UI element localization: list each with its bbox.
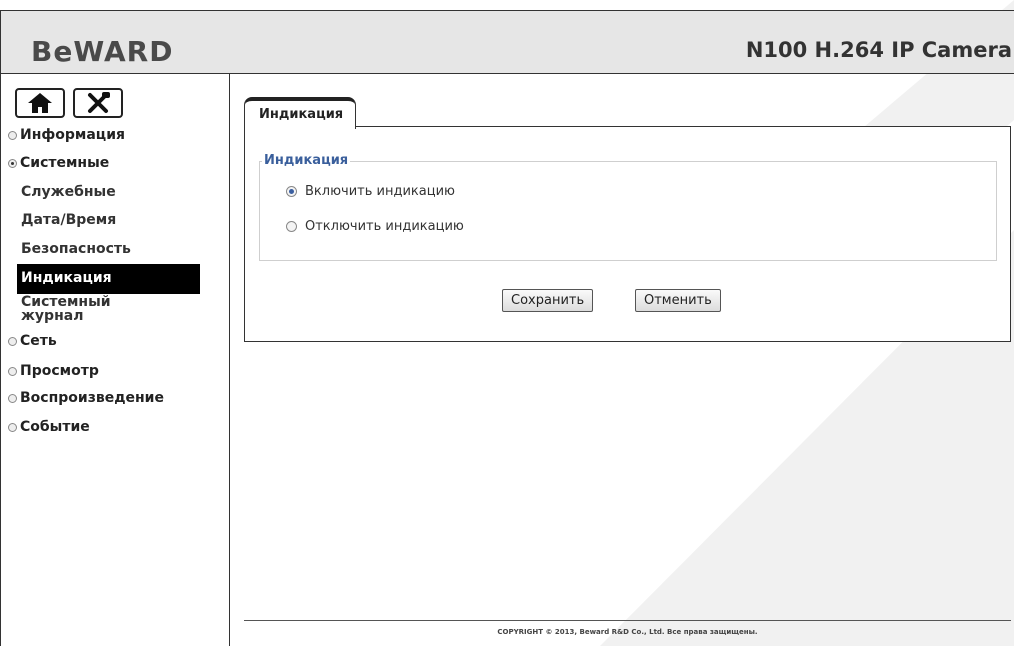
settings-button[interactable] (73, 88, 123, 118)
nav-event[interactable]: Событие (8, 419, 90, 435)
nav-info[interactable]: Информация (8, 127, 125, 143)
cancel-button[interactable]: Отменить (635, 289, 721, 312)
subnav-security[interactable]: Безопасность (21, 241, 131, 257)
sidebar: Информация Системные Служебные Дата/Врем… (1, 74, 230, 646)
footer-divider (244, 620, 1011, 621)
nav-bullet-icon (8, 336, 17, 346)
subnav-indication[interactable]: Индикация (17, 264, 200, 294)
nav-bullet-icon (8, 158, 17, 168)
radio-unchecked-icon[interactable] (286, 221, 297, 232)
nav-bullet-icon (8, 422, 17, 432)
nav-bullet-icon (8, 130, 17, 140)
copyright-footer: COPYRIGHT © 2013, Beward R&D Co., Ltd. В… (497, 628, 758, 636)
tab-indication[interactable]: Индикация (244, 97, 357, 129)
brand-logo: BeWARD (31, 35, 174, 68)
save-button[interactable]: Сохранить (502, 289, 594, 312)
tools-icon (88, 92, 110, 113)
nav-network[interactable]: Сеть (8, 333, 57, 349)
nav-view[interactable]: Просмотр (8, 363, 99, 379)
camera-model-title: N100 H.264 IP Camera (745, 38, 1012, 62)
nav-bullet-icon (8, 366, 17, 376)
subnav-service[interactable]: Служебные (21, 184, 116, 200)
settings-panel: Индикация Включить индикацию Отключить и… (244, 126, 1011, 342)
option-enable-indication[interactable]: Включить индикацию (286, 184, 455, 199)
subnav-datetime[interactable]: Дата/Время (21, 212, 116, 228)
home-icon (28, 93, 52, 113)
nav-playback[interactable]: Воспроизведение (8, 390, 164, 406)
subnav-system-log[interactable]: Системный журнал (21, 295, 151, 323)
section-title: Индикация (262, 153, 351, 168)
indication-fieldset: Индикация Включить индикацию Отключить и… (259, 153, 997, 261)
home-button[interactable] (15, 88, 65, 118)
nav-system[interactable]: Системные (8, 155, 109, 171)
option-disable-indication[interactable]: Отключить индикацию (286, 219, 464, 234)
nav-bullet-icon (8, 393, 17, 403)
header-bar: BeWARD N100 H.264 IP Camera (1, 11, 1014, 74)
radio-checked-icon[interactable] (286, 186, 297, 197)
